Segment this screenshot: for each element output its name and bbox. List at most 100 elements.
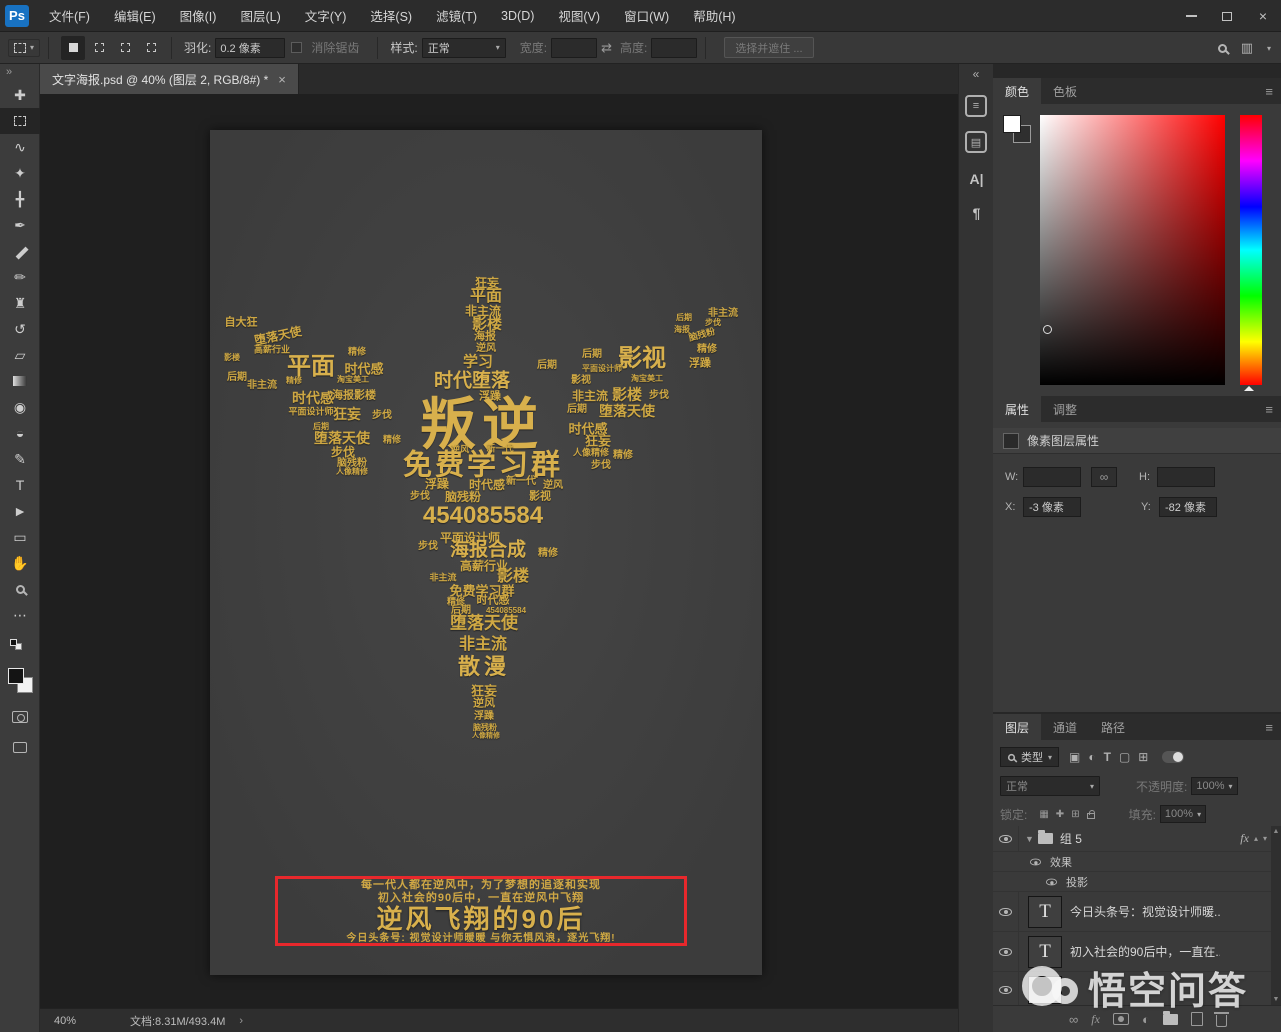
opacity-dropdown[interactable]: 100% ▾ <box>1191 777 1237 795</box>
tab-adjustments[interactable]: 调整 <box>1041 396 1089 422</box>
menu-item[interactable]: 3D(D) <box>489 0 546 32</box>
layer-row-group[interactable]: ▼ 组 5 fx ▴ ▾ <box>993 826 1271 852</box>
tab-paths[interactable]: 路径 <box>1089 714 1137 740</box>
tab-channels[interactable]: 通道 <box>1041 714 1089 740</box>
dodge-tool[interactable]: ◒ <box>0 420 40 446</box>
horizontal-type-tool[interactable]: T <box>0 472 40 498</box>
collapsed-panel-icon-2[interactable]: ▤ <box>965 131 987 153</box>
restore-button[interactable] <box>1209 0 1245 32</box>
eye-icon[interactable] <box>1030 858 1041 865</box>
minimize-button[interactable] <box>1173 0 1209 32</box>
tab-color[interactable]: 颜色 <box>993 78 1041 104</box>
move-tool[interactable]: ✚ <box>0 82 40 108</box>
fill-dropdown[interactable]: 100% ▾ <box>1160 805 1206 823</box>
fx-icon[interactable]: fx <box>1240 831 1249 846</box>
menu-item[interactable]: 文字(Y) <box>293 0 359 32</box>
menu-item[interactable]: 编辑(E) <box>102 0 168 32</box>
menu-item[interactable]: 文件(F) <box>37 0 102 32</box>
toolbar-collapse-icon[interactable]: » <box>0 64 39 82</box>
filter-shape-icon[interactable]: ▢ <box>1119 750 1130 764</box>
collapsed-panel-icon-1[interactable]: ≡ <box>965 95 987 117</box>
width-input[interactable] <box>551 38 597 58</box>
spot-healing-brush-tool[interactable]: ▬ <box>0 238 40 264</box>
filter-smart-object-icon[interactable]: ⊞ <box>1138 750 1148 764</box>
filter-adjustment-icon[interactable]: ◐ <box>1088 750 1095 764</box>
visibility-cell[interactable] <box>993 826 1019 851</box>
layer-row-drop-shadow[interactable]: 投影 <box>993 872 1271 892</box>
default-colors-icon[interactable] <box>0 638 40 652</box>
edit-toolbar[interactable]: ⋯ <box>0 602 40 628</box>
zoom-tool[interactable] <box>0 576 40 602</box>
hue-slider[interactable] <box>1240 115 1262 385</box>
style-dropdown[interactable]: 正常 ▾ <box>422 38 506 58</box>
screen-mode-icon[interactable] <box>13 742 27 753</box>
lock-all-icon[interactable] <box>1087 813 1095 819</box>
layer-row-text-1[interactable]: T 今日头条号：视觉设计师暖... <box>993 892 1271 932</box>
menu-item[interactable]: 窗口(W) <box>612 0 681 32</box>
panel-menu-icon[interactable]: ≡ <box>1265 720 1273 735</box>
filter-image-icon[interactable]: ▣ <box>1069 750 1080 764</box>
quick-mask-icon[interactable] <box>12 711 28 723</box>
link-dimensions-icon[interactable]: ∞ <box>1091 467 1117 487</box>
panel-menu-icon[interactable]: ≡ <box>1265 402 1273 417</box>
rectangular-marquee-tool[interactable] <box>0 108 40 134</box>
feather-input[interactable] <box>215 38 285 58</box>
lock-position-icon[interactable]: ⊞ <box>1071 809 1079 820</box>
saturation-brightness-picker[interactable] <box>1040 115 1225 385</box>
visibility-cell[interactable] <box>993 972 1019 1005</box>
lock-transparency-icon[interactable]: ▦ <box>1039 809 1048 820</box>
path-selection-tool[interactable]: ► <box>0 498 40 524</box>
subtract-selection-button[interactable] <box>113 36 137 60</box>
tab-close-icon[interactable]: × <box>278 72 286 87</box>
panel-menu-icon[interactable]: ≡ <box>1265 84 1273 99</box>
blend-mode-dropdown[interactable]: 正常 ▾ <box>1000 776 1100 796</box>
menu-item[interactable]: 选择(S) <box>358 0 424 32</box>
lasso-tool[interactable]: ∿ <box>0 134 40 160</box>
workspace-switcher-icon[interactable]: ▥ <box>1241 40 1253 56</box>
pen-tool[interactable]: ✎ <box>0 446 40 472</box>
zoom-level[interactable]: 40% <box>54 1015 110 1027</box>
eraser-tool[interactable]: ▱ <box>0 342 40 368</box>
new-selection-button[interactable] <box>61 36 85 60</box>
brush-tool[interactable]: ✏ <box>0 264 40 290</box>
visibility-cell[interactable] <box>993 892 1019 931</box>
color-cursor-icon[interactable] <box>1043 325 1052 334</box>
chevron-down-icon[interactable]: ▼ <box>1025 834 1034 844</box>
menu-item[interactable]: 图层(L) <box>228 0 292 32</box>
close-button[interactable]: × <box>1245 0 1281 32</box>
crop-tool[interactable]: ╋ <box>0 186 40 212</box>
foreground-color-swatch[interactable] <box>8 668 24 684</box>
menu-item[interactable]: 视图(V) <box>546 0 612 32</box>
intersect-selection-button[interactable] <box>139 36 163 60</box>
tab-swatches[interactable]: 色板 <box>1041 78 1089 104</box>
hand-tool[interactable]: ✋ <box>0 550 40 576</box>
filter-toggle[interactable] <box>1162 751 1184 763</box>
character-panel-icon[interactable]: A| <box>959 171 994 187</box>
clone-stamp-tool[interactable]: ♜ <box>0 290 40 316</box>
scroll-up-icon[interactable]: ▲ <box>1273 828 1280 835</box>
height-field[interactable] <box>1157 467 1215 487</box>
chevron-down-icon[interactable]: ▾ <box>1267 44 1271 53</box>
expand-panels-icon[interactable]: « <box>959 64 993 81</box>
x-field[interactable]: -3 像素 <box>1023 497 1081 517</box>
quick-selection-tool[interactable]: ✦ <box>0 160 40 186</box>
tab-properties[interactable]: 属性 <box>993 396 1041 422</box>
hue-marker-icon[interactable] <box>1244 381 1254 391</box>
history-brush-tool[interactable]: ↺ <box>0 316 40 342</box>
select-and-mask-button[interactable]: 选择并遮住 ... <box>724 37 813 58</box>
swap-dimensions-icon[interactable]: ⇄ <box>601 40 612 56</box>
tab-layers[interactable]: 图层 <box>993 714 1041 740</box>
blur-tool[interactable]: ◉ <box>0 394 40 420</box>
visibility-cell[interactable] <box>993 932 1019 971</box>
status-options-icon[interactable]: › <box>239 1015 243 1027</box>
menu-item[interactable]: 图像(I) <box>168 0 229 32</box>
document-tab[interactable]: 文字海报.psd @ 40% (图层 2, RGB/8#) * × <box>40 64 299 94</box>
chevron-up-icon[interactable]: ▴ <box>1254 834 1258 843</box>
width-field[interactable] <box>1023 467 1081 487</box>
eyedropper-tool[interactable]: ✒ <box>0 212 40 238</box>
gradient-tool[interactable] <box>0 368 40 394</box>
chevron-down-icon[interactable]: ▾ <box>1263 834 1267 843</box>
filter-type-icon[interactable]: T <box>1104 750 1111 764</box>
search-icon[interactable] <box>1218 44 1227 53</box>
lock-pixels-icon[interactable]: ✚ <box>1056 809 1064 820</box>
